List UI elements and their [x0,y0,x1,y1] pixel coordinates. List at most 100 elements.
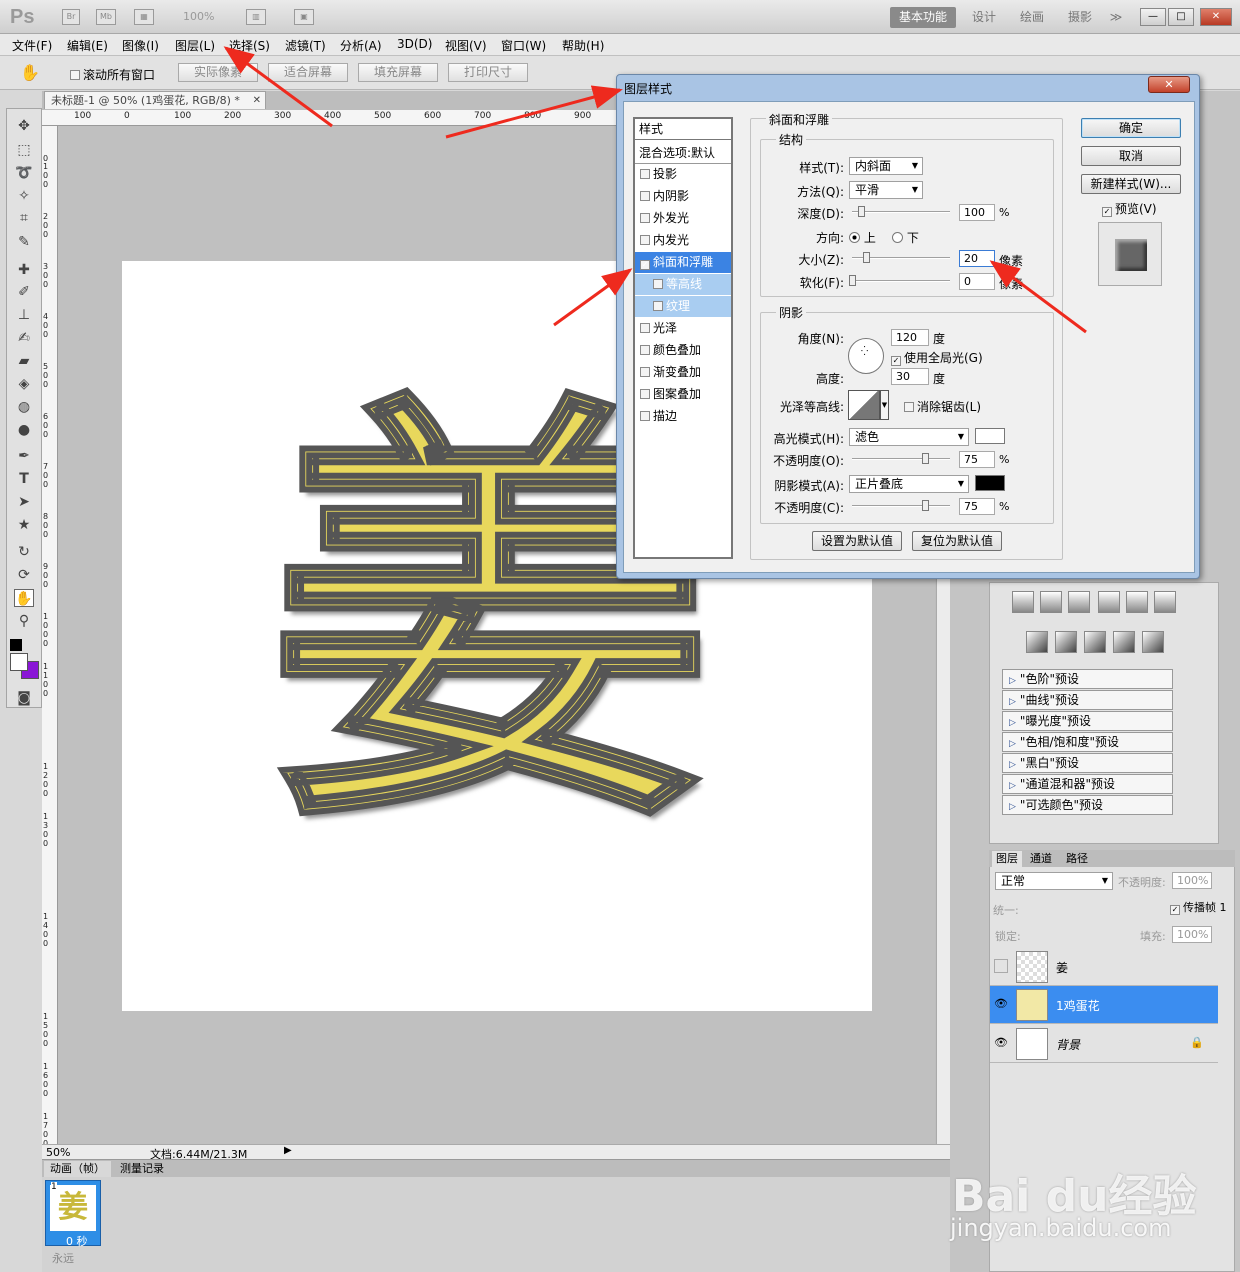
status-zoom[interactable]: 50% [46,1146,70,1159]
adj-threshold-icon[interactable] [1084,631,1106,653]
gloss-contour-picker[interactable] [848,390,880,420]
reset-default-button[interactable]: 复位为默认值 [912,531,1002,551]
move-tool-icon[interactable]: ✥ [14,117,34,135]
fit-screen-button[interactable]: 适合屏幕 [268,63,348,82]
more-workspaces-icon[interactable]: ≫ [1104,7,1128,28]
style-checkbox[interactable] [640,235,650,245]
fill-screen-button[interactable]: 填充屏幕 [358,63,438,82]
type-tool-icon[interactable]: T [14,470,34,488]
scroll-all-windows[interactable]: 滚动所有窗口 [70,66,155,83]
style-checkbox[interactable] [640,367,650,377]
style-item[interactable]: 等高线 [635,274,731,295]
shadow-mode-select[interactable]: 正片叠底 ▼ [849,475,969,493]
style-item[interactable]: 图案叠加 [635,384,731,405]
adj-invert-icon[interactable] [1026,631,1048,653]
preset-selective-color[interactable]: ▷ "可选颜色"预设 [1002,795,1173,815]
angle-dial[interactable]: ⁛ [848,338,884,374]
maximize-button[interactable]: □ [1168,8,1194,26]
workspace-photo[interactable]: 摄影 [1060,7,1100,28]
adj-photo-filter-icon[interactable] [1126,591,1148,613]
menu-filter[interactable]: 滤镜(T) [285,37,326,54]
soften-slider[interactable] [852,280,950,282]
layer-row[interactable]: 姜 [990,948,1218,986]
print-size-button[interactable]: 打印尺寸 [448,63,528,82]
cancel-button[interactable]: 取消 [1081,146,1181,166]
menu-file[interactable]: 文件(F) [12,37,52,54]
3d-rotate-icon[interactable]: ↻ [14,543,34,561]
tab-close-icon[interactable]: ✕ [253,92,261,109]
style-checkbox[interactable]: ✓ [640,260,650,270]
altitude-input[interactable]: 30 [891,368,929,385]
highlight-mode-select[interactable]: 滤色 ▼ [849,428,969,446]
preview-checkbox[interactable]: ✓ 预览(V) [1102,200,1157,217]
styles-header[interactable]: 样式 [635,119,731,140]
depth-slider[interactable] [852,211,950,213]
soften-slider-thumb[interactable] [849,275,856,286]
style-checkbox[interactable] [653,301,663,311]
shadow-opacity-slider[interactable] [852,505,950,507]
depth-input[interactable]: 100 [959,204,995,221]
bridge-icon[interactable]: Br [62,9,80,25]
style-item[interactable]: 投影 [635,164,731,185]
size-slider-thumb[interactable] [863,252,870,263]
angle-input[interactable]: 120 [891,329,929,346]
shape-tool-icon[interactable]: ★ [14,516,34,534]
menu-select[interactable]: 选择(S) [229,37,270,54]
menu-view[interactable]: 视图(V) [445,37,487,54]
adj-channel-mixer-icon[interactable] [1154,591,1176,613]
soften-input[interactable]: 0 [959,273,995,290]
style-checkbox[interactable] [653,279,663,289]
eye-icon[interactable]: 👁 [994,1036,1008,1050]
highlight-opacity-thumb[interactable] [922,453,929,464]
view-extras-icon[interactable]: ▦ [134,9,154,25]
style-item[interactable]: 渐变叠加 [635,362,731,383]
make-default-button[interactable]: 设置为默认值 [812,531,902,551]
menu-window[interactable]: 窗口(W) [501,37,546,54]
menu-help[interactable]: 帮助(H) [562,37,604,54]
style-item[interactable]: 内阴影 [635,186,731,207]
blur-tool-icon[interactable]: ◍ [14,398,34,416]
style-item[interactable]: 颜色叠加 [635,340,731,361]
visibility-toggle[interactable] [994,959,1008,973]
eye-icon[interactable]: 👁 [994,997,1008,1011]
style-checkbox[interactable] [640,213,650,223]
propagate-frame[interactable]: ✓ 传播帧 1 [1170,899,1227,915]
shadow-opacity-thumb[interactable] [922,500,929,511]
layer-row-selected[interactable]: 👁 1鸡蛋花 [990,986,1218,1024]
dodge-tool-icon[interactable]: ● [14,421,34,439]
tab-paths[interactable]: 路径 [1062,851,1092,867]
minibridge-icon[interactable]: Mb [96,9,116,25]
zoom-level[interactable]: 100% [183,10,214,23]
crop-tool-icon[interactable]: ⌗ [14,209,34,227]
workspace-paint[interactable]: 绘画 [1012,7,1052,28]
blending-options[interactable]: 混合选项:默认 [635,143,731,164]
technique-select[interactable]: 平滑 ▼ [849,181,923,199]
highlight-color-swatch[interactable] [975,428,1005,444]
bevel-style-select[interactable]: 内斜面 ▼ [849,157,923,175]
document-tab[interactable]: 未标题-1 @ 50% (1鸡蛋花, RGB/8) * ✕ [44,91,266,109]
arrange-docs-icon[interactable]: ▥ [246,9,266,25]
quick-mask-icon[interactable]: ◙ [14,689,34,707]
loop-option[interactable]: 永远 [52,1250,74,1266]
adj-selective-color-icon[interactable] [1142,631,1164,653]
healing-brush-icon[interactable]: ✚ [14,261,34,279]
adj-bw-icon[interactable] [1098,591,1120,613]
style-checkbox[interactable] [640,345,650,355]
minimize-button[interactable]: — [1140,8,1166,26]
layer-row[interactable]: 👁 背景 🔒 [990,1025,1218,1063]
default-colors-icon[interactable] [10,639,22,651]
preset-levels[interactable]: ▷ "色阶"预设 [1002,669,1173,689]
tab-animation[interactable]: 动画（帧） [44,1161,111,1177]
new-style-button[interactable]: 新建样式(W)... [1081,174,1181,194]
status-arrow-icon[interactable]: ▶ [284,1145,292,1156]
preset-bw[interactable]: ▷ "黑白"预设 [1002,753,1173,773]
hand-tool-icon[interactable]: ✋ [20,63,40,82]
shadow-opacity-input[interactable]: 75 [959,498,995,515]
style-item[interactable]: 内发光 [635,230,731,251]
workspace-basic[interactable]: 基本功能 [890,7,956,28]
shadow-color-swatch[interactable] [975,475,1005,491]
tab-layers[interactable]: 图层 [992,851,1022,867]
close-button[interactable]: ✕ [1200,8,1232,26]
lasso-tool-icon[interactable]: ➰ [14,164,34,182]
hand-tool-active-icon[interactable]: ✋ [14,589,34,607]
